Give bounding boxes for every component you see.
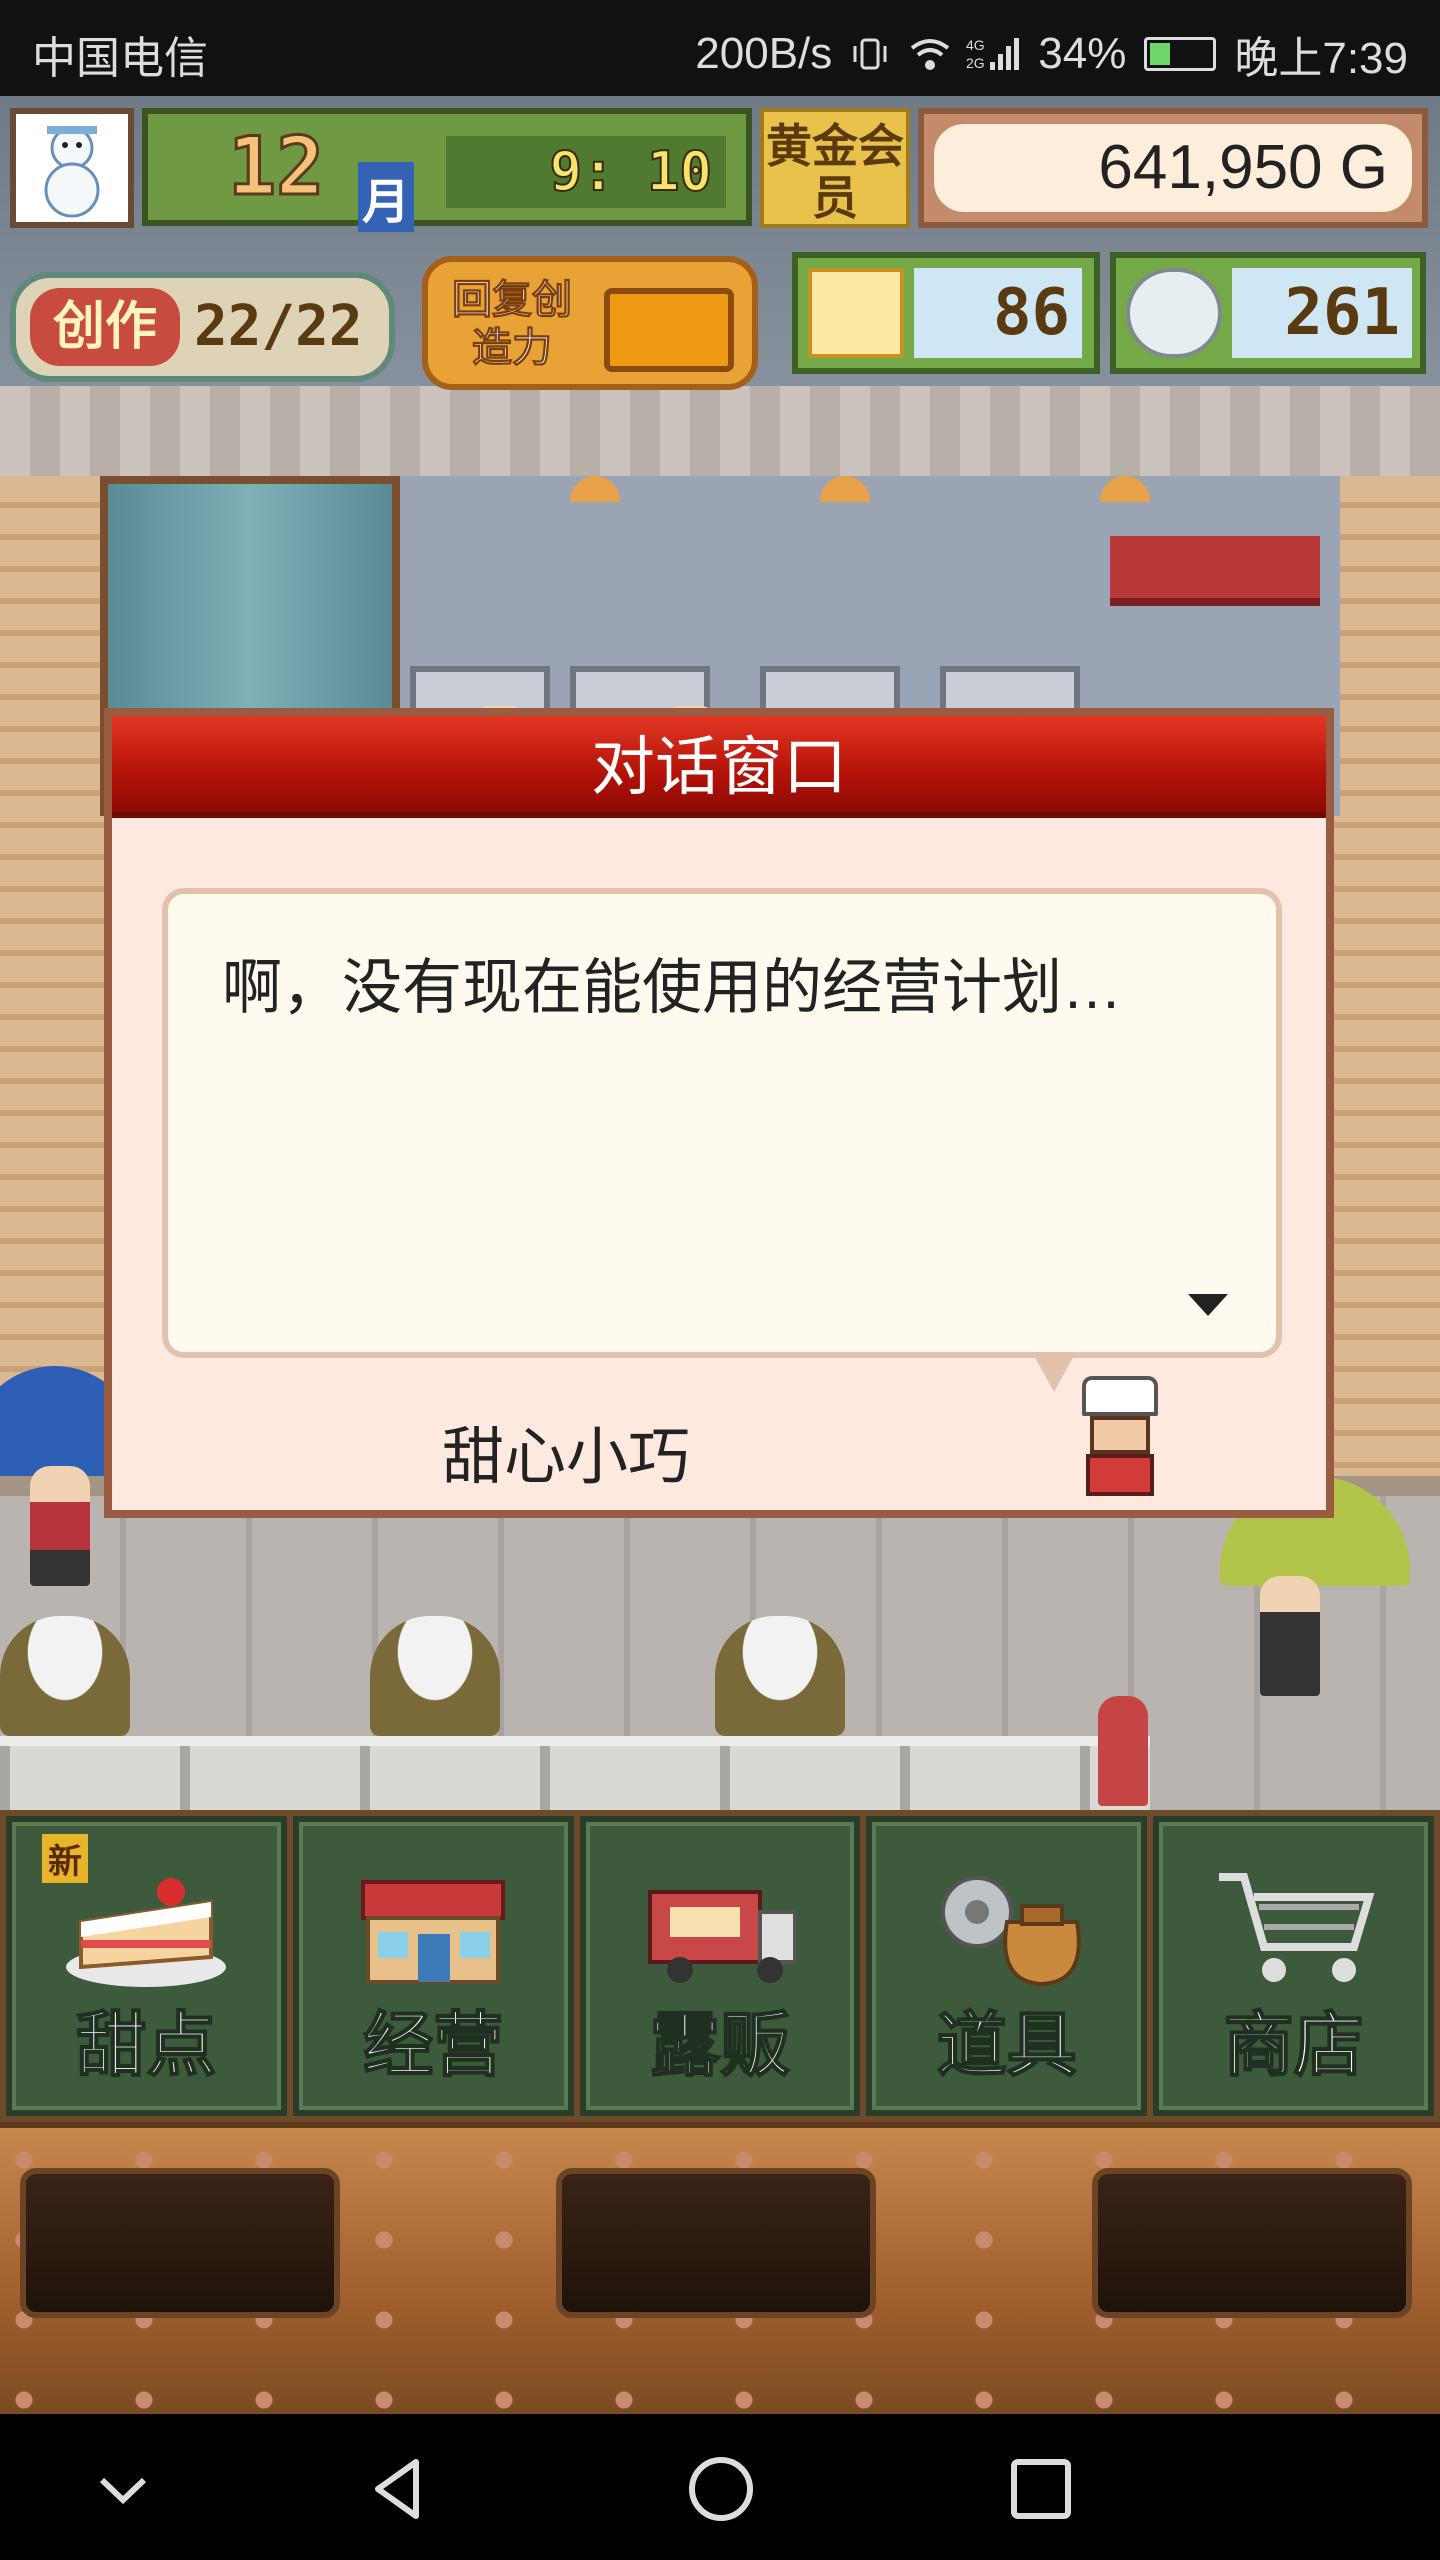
shop-roof [0, 386, 1440, 486]
bubble-tail [1032, 1352, 1076, 1392]
customer-character[interactable] [1260, 1576, 1320, 1696]
lamp-icon [820, 476, 870, 502]
date-panel: 12 月 9: 10 [142, 108, 752, 232]
coin-counter[interactable]: 261 [1110, 252, 1426, 374]
dialog-message: 啊，没有现在能使用的经营计划… [222, 954, 1122, 1021]
battery-percent: 34% [1038, 29, 1127, 78]
silver-coin-icon [1126, 268, 1222, 358]
carrier-name: 中国电信 [32, 34, 208, 83]
money-panel: 641,950 G [918, 108, 1428, 228]
menu-shop-button[interactable]: 商店 [1153, 1816, 1434, 2116]
ticket-icon [808, 268, 904, 358]
food-truck-icon [647, 1890, 797, 1983]
menu-label: 经营 [362, 2003, 504, 2087]
battery-fill [1150, 43, 1171, 65]
shop-wall-left [0, 476, 110, 1476]
svg-text:2G: 2G [966, 55, 985, 71]
network-speed: 200B/s [695, 29, 833, 78]
create-counter[interactable]: 创作 22/22 [10, 272, 395, 382]
menu-food-truck-button[interactable]: 露贩 [579, 1816, 861, 2116]
snowy-bush [370, 1616, 500, 1736]
coin-count: 261 [1232, 268, 1412, 358]
dialog-window[interactable]: 对话窗口 啊，没有现在能使用的经营计划… 甜心小巧 [104, 708, 1334, 1518]
snowman-icon [44, 126, 100, 218]
shop-awning [1110, 536, 1320, 606]
restore-creativity-button[interactable]: 回复创造力 [422, 256, 758, 390]
display-shelf [0, 2122, 1440, 2414]
lamp-icon [1100, 476, 1150, 502]
shop-icon [361, 1880, 506, 1984]
tv-icon [604, 288, 734, 372]
shopping-cart-icon [1218, 1873, 1374, 1982]
money-value: 641,950 G [934, 124, 1412, 212]
status-icons: 200B/s 4G 2G 34% 晚上7:39 [695, 22, 1408, 86]
game-clock: 9: 10 [446, 136, 726, 208]
collapse-icon[interactable] [88, 2454, 158, 2524]
fence [0, 1736, 1150, 1816]
ticket-counter[interactable]: 86 [792, 252, 1100, 374]
items-bag-icon [940, 1876, 1081, 1987]
shelf-slot[interactable] [1092, 2168, 1412, 2318]
system-nav-bar [0, 2414, 1440, 2560]
snowman-avatar[interactable] [10, 108, 134, 228]
menu-items-button[interactable]: 道具 [866, 1816, 1148, 2116]
shelf-slot[interactable] [556, 2168, 876, 2318]
continue-arrow-icon[interactable] [1188, 1294, 1228, 1316]
home-icon[interactable] [686, 2454, 756, 2524]
menu-label: 道具 [936, 2003, 1078, 2087]
recents-icon[interactable] [1006, 2454, 1076, 2524]
vibrate-icon [850, 34, 890, 74]
snowy-bush [715, 1616, 845, 1736]
dialog-title: 对话窗口 [112, 716, 1326, 818]
back-icon[interactable] [364, 2454, 434, 2524]
ticket-count: 86 [914, 268, 1082, 358]
create-label: 创作 [30, 288, 180, 366]
restore-label: 回复创造力 [452, 277, 573, 372]
shelf-slot[interactable] [20, 2168, 340, 2318]
lamp-icon [570, 476, 620, 502]
menu-label: 露贩 [649, 2003, 791, 2087]
chef-character-icon [1072, 1376, 1168, 1496]
shop-wall-right [1330, 476, 1440, 1476]
menu-label: 甜点 [75, 2003, 217, 2087]
svg-text:4G: 4G [966, 37, 985, 53]
cake-icon [66, 1878, 227, 1987]
menu-label: 商店 [1223, 2003, 1365, 2087]
battery-icon [1144, 37, 1217, 71]
month-number: 12 [226, 119, 325, 215]
menu-management-button[interactable]: 经营 [292, 1816, 574, 2116]
status-bar: 中国电信 200B/s 4G 2G 34% 晚上7:39 [0, 0, 1440, 96]
snowy-bush [0, 1616, 130, 1736]
menu-dessert-button[interactable]: 新 甜点 [6, 1816, 287, 2116]
bottom-menu: 新 甜点 经营 露贩 道具 商店 [0, 1810, 1440, 2122]
wifi-icon [908, 34, 950, 74]
speech-bubble[interactable]: 啊，没有现在能使用的经营计划… [162, 888, 1282, 1358]
speaker-name: 甜心小巧 [442, 1423, 691, 1492]
signal-icon: 4G 2G [966, 34, 1020, 74]
customer-character[interactable] [30, 1466, 90, 1586]
hydrant [1098, 1696, 1148, 1806]
create-value: 22/22 [194, 294, 363, 359]
month-unit: 月 [358, 162, 415, 232]
clock-time: 晚上7:39 [1234, 34, 1408, 83]
gold-member-badge[interactable]: 黄金会员 [760, 108, 910, 228]
